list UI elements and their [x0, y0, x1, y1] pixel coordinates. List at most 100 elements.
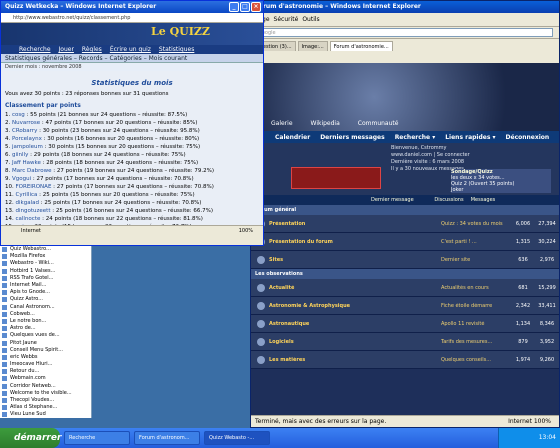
fg-url[interactable]: http://www.webastro.net/quizz/classement…: [1, 13, 263, 23]
program-list-item[interactable]: Hotbird 1 Valses...: [0, 268, 91, 275]
program-list-item[interactable]: Vieu Lune Sud: [0, 411, 91, 418]
program-list-item[interactable]: Retour du...: [0, 368, 91, 375]
ranking-player-link[interactable]: Vgogui: [12, 176, 31, 182]
quiz-nav-stats[interactable]: Statistiques: [159, 46, 194, 53]
quiz-nav-search[interactable]: Recherche: [19, 46, 51, 53]
forum-title-link[interactable]: Astronomie & Astrophysique: [269, 303, 441, 309]
stats-subnav[interactable]: Statistiques générales – Records – Catég…: [1, 54, 263, 63]
quiz-nav-play[interactable]: Jouer: [59, 46, 74, 53]
quiz-browser-window[interactable]: Quizz Wetkecka – Windows Internet Explor…: [0, 0, 264, 246]
ranking-player-link[interactable]: Marc Dabrowe: [12, 168, 52, 174]
forum-last-post[interactable]: Apollo 11 revisité: [441, 321, 511, 327]
quiz-nav-write[interactable]: Écrire un quiz: [110, 46, 151, 53]
clock[interactable]: 13:04: [539, 434, 556, 441]
ranking-player-link[interactable]: Porcelaynx: [12, 136, 42, 142]
program-list-item[interactable]: Quizz Astro...: [0, 296, 91, 303]
background-browser-window[interactable]: Forum d'astronomie – Windows Internet Ex…: [250, 0, 560, 428]
taskbar-button[interactable]: Recherche: [64, 431, 130, 445]
start-button[interactable]: démarrer: [0, 428, 61, 448]
forum-title-link[interactable]: Actualité: [269, 285, 441, 291]
program-list-item[interactable]: Apis to Gnode...: [0, 289, 91, 296]
forum-row[interactable]: Présentation Quizz : 34 votes du mois 6,00…: [251, 215, 559, 233]
program-list-item[interactable]: Thecopi Voudes...: [0, 397, 91, 404]
forum-last-post[interactable]: Tarifs des mesures...: [441, 339, 511, 345]
fg-title-bar[interactable]: Quizz Wetkecka – Windows Internet Explor…: [1, 1, 263, 13]
forum-title-link[interactable]: Présentation du forum: [269, 239, 441, 245]
ranking-player-link[interactable]: Nuvarrose: [12, 120, 40, 126]
ad-banner[interactable]: [291, 167, 381, 189]
program-list-item[interactable]: Quelques vues de...: [0, 332, 91, 339]
program-list-item[interactable]: Cobweb...: [0, 311, 91, 318]
forum-row[interactable]: Actualité Actualités en cours 681 15,299: [251, 279, 559, 297]
nav-calendar[interactable]: Calendrier: [275, 134, 310, 141]
toolbar-security[interactable]: Sécurité: [274, 16, 299, 23]
zoom-level[interactable]: 100%: [534, 418, 551, 425]
program-list-item[interactable]: Conseil Menu Spirit...: [0, 347, 91, 354]
fg-zoom-level[interactable]: 100%: [239, 226, 253, 235]
program-list-item[interactable]: Pitot Jaune: [0, 339, 91, 346]
ranking-player-link[interactable]: dingotuzeett: [16, 208, 51, 214]
minimize-icon[interactable]: _: [229, 2, 239, 12]
forum-last-post[interactable]: Actualités en cours: [441, 285, 511, 291]
quiz-nav-rules[interactable]: Règles: [82, 46, 102, 53]
forum-last-post[interactable]: Dernier site: [441, 257, 511, 263]
ranking-player-link[interactable]: callnocte: [16, 216, 41, 222]
nav-wikipedia[interactable]: Wikipedia: [311, 120, 340, 127]
forum-row[interactable]: Logiciels Tarifs des mesures... 879 3,952: [251, 333, 559, 351]
forum-row[interactable]: Présentation du forum C'est parti ! ... 1,…: [251, 233, 559, 251]
program-list-item[interactable]: Le notre bon...: [0, 318, 91, 325]
ranking-player-link[interactable]: CRobarry: [12, 128, 37, 134]
forum-last-post[interactable]: Quelques conseils...: [441, 357, 511, 363]
program-list-item[interactable]: eric Webbs: [0, 354, 91, 361]
nav-gallery[interactable]: Galerie: [271, 120, 293, 127]
program-list-item[interactable]: Mozilla Firefox: [0, 253, 91, 260]
forum-last-post[interactable]: C'est parti ! ...: [441, 239, 511, 245]
program-list-item[interactable]: Imeocave Hiuri...: [0, 361, 91, 368]
forum-row[interactable]: Sites Dernier site 636 2,976: [251, 251, 559, 269]
forum-title-link[interactable]: Logiciels: [269, 339, 441, 345]
forum-title-link[interactable]: Les matières: [269, 357, 441, 363]
forum-row[interactable]: Astronomie & Astrophysique Fiche étoile d…: [251, 297, 559, 315]
tab-3[interactable]: Forum d'astronomie...: [329, 41, 393, 51]
maximize-icon[interactable]: □: [240, 2, 250, 12]
program-list-item[interactable]: Welcome to the visible...: [0, 390, 91, 397]
program-list-item[interactable]: Atlas d Stephane...: [0, 404, 91, 411]
program-list-item[interactable]: Quiz Webastro...: [0, 246, 91, 253]
program-list-item[interactable]: Webmain.com: [0, 375, 91, 382]
toolbar-tools[interactable]: Outils: [302, 16, 319, 23]
nav-logout[interactable]: Déconnexion: [506, 134, 550, 141]
ranking-player-link[interactable]: gvim: [16, 224, 30, 225]
program-list-item[interactable]: Astro de...: [0, 325, 91, 332]
bg-search-input[interactable]: Google: [255, 28, 553, 37]
program-list-item[interactable]: Webastro - Wiki...: [0, 260, 91, 267]
ranking-player-link[interactable]: Cyrillica: [16, 192, 38, 198]
nav-quicklinks[interactable]: Liens rapides ▾: [445, 134, 495, 141]
forum-row[interactable]: Astronautique Apollo 11 revisité 1,134 8,34…: [251, 315, 559, 333]
nav-community[interactable]: Communauté: [358, 120, 399, 127]
forum-last-post[interactable]: Fiche étoile démarre: [441, 303, 511, 309]
taskbar-button[interactable]: Forum d'astronom...: [134, 431, 200, 445]
forum-title-link[interactable]: Sites: [269, 257, 441, 263]
forum-title-link[interactable]: Astronautique: [269, 321, 441, 327]
ranking-player-link[interactable]: FOREIRONAE: [16, 184, 52, 190]
welcome-line[interactable]: www.daniel.com | Se connecter: [391, 152, 551, 159]
ranking-player-link[interactable]: giinlly: [12, 152, 28, 158]
nav-latest[interactable]: Derniers messages: [320, 134, 384, 141]
ranking-player-link[interactable]: Jaff Hawke: [12, 160, 41, 166]
window-buttons: _ □ ×: [229, 1, 263, 13]
banner-nav: Galerie Wikipedia Communauté: [271, 120, 398, 127]
program-list-item[interactable]: Canal Astronom...: [0, 304, 91, 311]
program-list-item[interactable]: Internet Mail...: [0, 282, 91, 289]
forum-title-link[interactable]: Présentation: [269, 221, 441, 227]
ranking-player-link[interactable]: dikgalad: [16, 200, 39, 206]
ranking-player-link[interactable]: jampoleum: [12, 144, 43, 150]
forum-last-post[interactable]: Quizz : 34 votes du mois: [441, 221, 511, 227]
nav-search[interactable]: Recherche ▾: [395, 134, 436, 141]
taskbar-button[interactable]: Quizz Webasto -...: [204, 431, 270, 445]
forum-row[interactable]: Les matières Quelques conseils... 1,974 9,2…: [251, 351, 559, 369]
tab-2[interactable]: Image:...: [297, 41, 328, 51]
close-icon[interactable]: ×: [251, 2, 261, 12]
program-list-item[interactable]: Corridor Netweb...: [0, 383, 91, 390]
ranking-player-link[interactable]: cosg: [12, 112, 25, 118]
program-list-item[interactable]: RSS Trafo Gotel...: [0, 275, 91, 282]
